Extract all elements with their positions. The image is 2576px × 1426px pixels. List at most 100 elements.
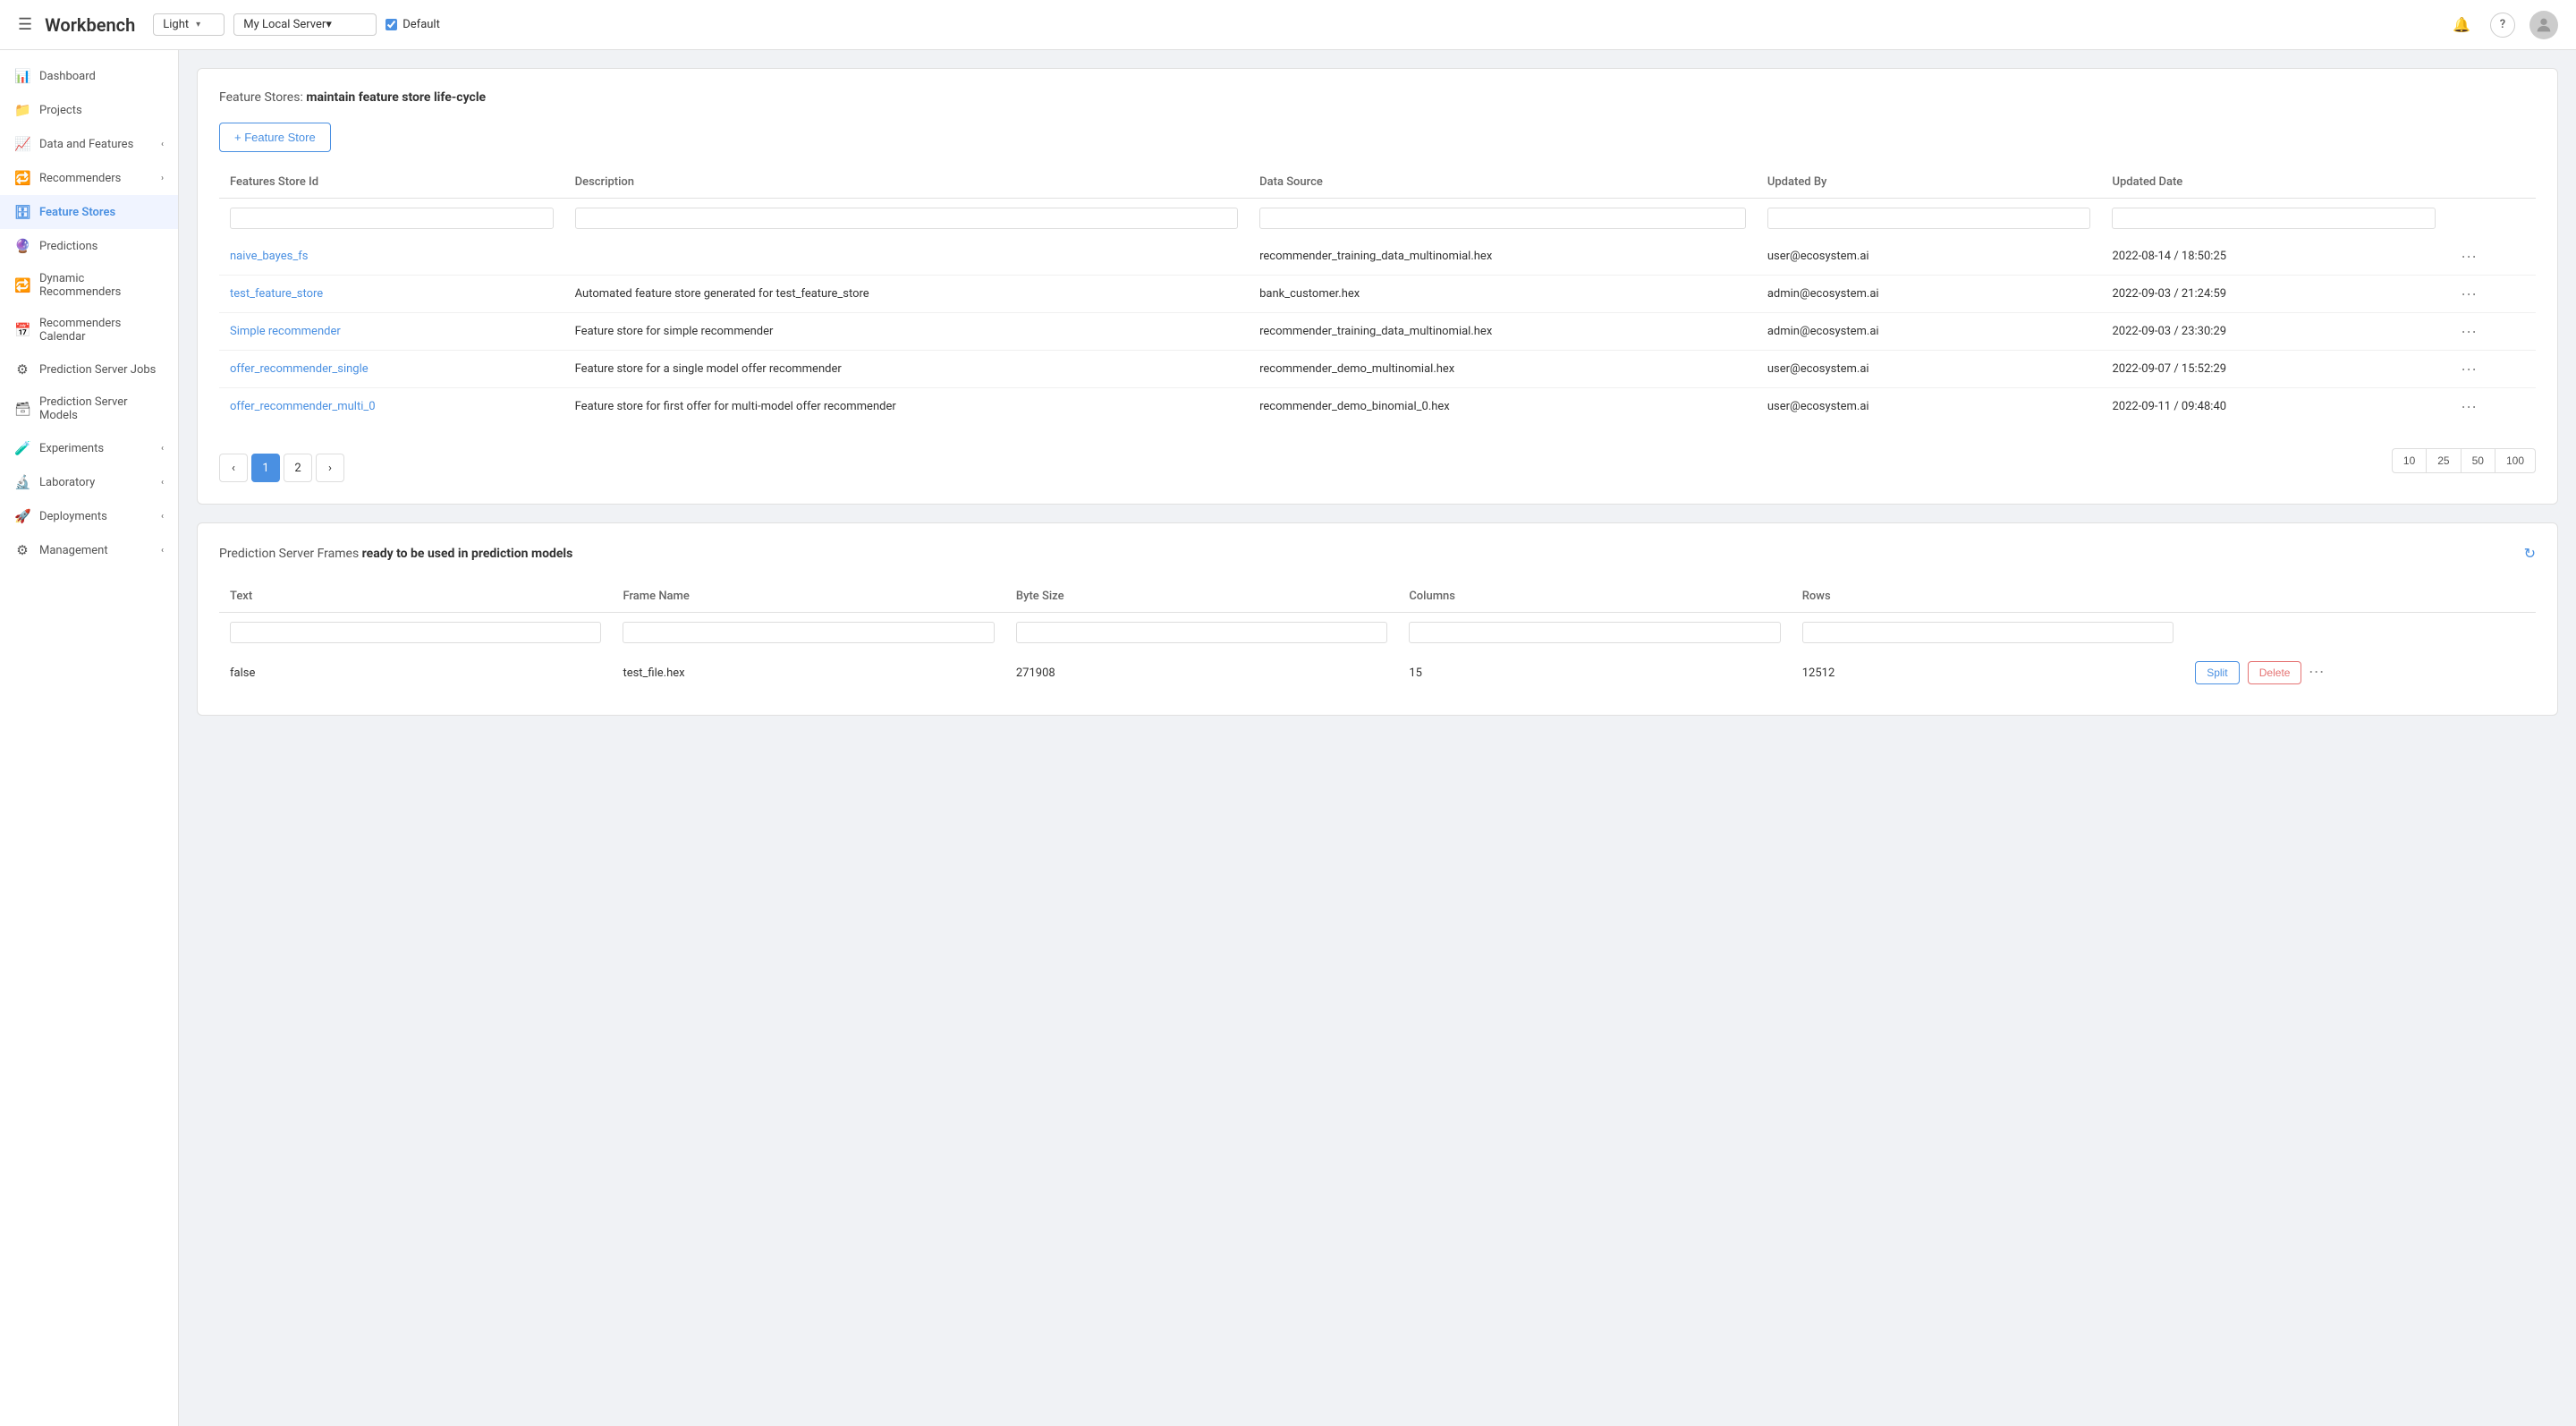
- sidebar-item-prediction-server-jobs[interactable]: ⚙ Prediction Server Jobs: [0, 352, 178, 386]
- sidebar-item-management[interactable]: ⚙ Management ‹: [0, 533, 178, 567]
- pf-filter-columns[interactable]: [1409, 622, 1780, 643]
- refresh-button[interactable]: ↻: [2524, 545, 2536, 563]
- sidebar-item-recommenders-calendar[interactable]: 📅 Recommenders Calendar: [0, 308, 178, 352]
- page-1-button[interactable]: 1: [251, 454, 280, 482]
- row-actions-button[interactable]: ···: [2457, 247, 2480, 266]
- store-description: [564, 238, 1250, 276]
- store-updated-date: 2022-09-03 / 23:30:29: [2101, 313, 2446, 351]
- table-row: test_feature_store Automated feature sto…: [219, 276, 2536, 313]
- store-id-link[interactable]: offer_recommender_single: [230, 362, 369, 376]
- pf-filter-row: [219, 613, 2536, 653]
- page-2-button[interactable]: 2: [284, 454, 312, 482]
- store-updated-by: user@ecosystem.ai: [1757, 238, 2102, 276]
- help-icon[interactable]: ?: [2490, 13, 2515, 38]
- experiments-chevron-icon: ‹: [161, 444, 164, 454]
- sidebar-label-deployments: Deployments: [39, 510, 161, 523]
- row-actions-button[interactable]: ···: [2457, 322, 2480, 341]
- filter-data-source[interactable]: [1259, 208, 1746, 229]
- store-data-source: bank_customer.hex: [1249, 276, 1757, 313]
- sidebar-label-dynamic-recommenders: Dynamic Recommenders: [39, 272, 164, 299]
- table-header-row: Features Store Id Description Data Sourc…: [219, 166, 2536, 199]
- page-size-buttons: 10 25 50 100: [2392, 448, 2536, 473]
- sidebar-item-data-features[interactable]: 📈 Data and Features ‹: [0, 127, 178, 161]
- sidebar-item-predictions[interactable]: 🔮 Predictions: [0, 229, 178, 263]
- next-page-button[interactable]: ›: [316, 454, 344, 482]
- sidebar-label-projects: Projects: [39, 104, 164, 117]
- pf-filter-frame-name[interactable]: [623, 622, 994, 643]
- pf-filter-rows[interactable]: [1802, 622, 2174, 643]
- main-content: Feature Stores: maintain feature store l…: [179, 50, 2576, 1426]
- store-id-link[interactable]: offer_recommender_multi_0: [230, 400, 376, 413]
- row-actions-button[interactable]: ···: [2457, 360, 2480, 378]
- sidebar-label-recommenders: Recommenders: [39, 172, 161, 185]
- store-description: Feature store for a single model offer r…: [564, 351, 1250, 388]
- sidebar-item-experiments[interactable]: 🧪 Experiments ‹: [0, 431, 178, 465]
- filter-store-id[interactable]: [230, 208, 554, 229]
- sidebar-label-dashboard: Dashboard: [39, 70, 164, 83]
- store-id-link[interactable]: test_feature_store: [230, 287, 323, 301]
- store-updated-by: admin@ecosystem.ai: [1757, 276, 2102, 313]
- laboratory-icon: 🔬: [14, 474, 30, 490]
- pf-filter-text[interactable]: [230, 622, 601, 643]
- sidebar-item-recommenders[interactable]: 🔁 Recommenders ›: [0, 161, 178, 195]
- page-size-100[interactable]: 100: [2496, 448, 2536, 473]
- page-size-50[interactable]: 50: [2462, 448, 2496, 473]
- menu-icon[interactable]: ☰: [18, 15, 32, 34]
- store-updated-by: user@ecosystem.ai: [1757, 351, 2102, 388]
- dynamic-recommenders-icon: 🔁: [14, 277, 30, 293]
- prediction-server-jobs-icon: ⚙: [14, 361, 30, 378]
- feature-stores-icon: 🗄: [14, 204, 30, 220]
- store-updated-date: 2022-09-11 / 09:48:40: [2101, 388, 2446, 426]
- pf-frame-name: test_file.hex: [612, 652, 1004, 693]
- theme-dropdown[interactable]: Light ▾: [153, 13, 225, 36]
- split-button[interactable]: Split: [2195, 661, 2239, 684]
- sidebar-label-experiments: Experiments: [39, 442, 161, 455]
- pf-col-byte-size: Byte Size: [1005, 581, 1398, 613]
- col-features-store-id: Features Store Id: [219, 166, 564, 199]
- page-size-25[interactable]: 25: [2427, 448, 2461, 473]
- app-logo: Workbench: [45, 14, 135, 36]
- store-id-link[interactable]: Simple recommender: [230, 325, 341, 338]
- row-actions-button[interactable]: ···: [2457, 397, 2480, 416]
- sidebar-label-recommenders-calendar: Recommenders Calendar: [39, 317, 164, 344]
- filter-description[interactable]: [575, 208, 1239, 229]
- pf-header-row: Text Frame Name Byte Size Columns Rows: [219, 581, 2536, 613]
- prev-page-button[interactable]: ‹: [219, 454, 248, 482]
- col-actions-header: [2446, 166, 2536, 199]
- sidebar-item-dashboard[interactable]: 📊 Dashboard: [0, 59, 178, 93]
- filter-updated-by[interactable]: [1767, 208, 2091, 229]
- sidebar-label-prediction-server-models: Prediction Server Models: [39, 395, 164, 422]
- sidebar-label-data-features: Data and Features: [39, 138, 161, 151]
- pf-row-actions-button[interactable]: ···: [2305, 662, 2328, 681]
- col-updated-by: Updated By: [1757, 166, 2102, 199]
- row-actions-button[interactable]: ···: [2457, 284, 2480, 303]
- delete-button[interactable]: Delete: [2248, 661, 2302, 684]
- pf-filter-byte-size[interactable]: [1016, 622, 1387, 643]
- prediction-frames-title: Prediction Server Frames ready to be use…: [219, 547, 572, 561]
- store-description: Automated feature store generated for te…: [564, 276, 1250, 313]
- sidebar-label-management: Management: [39, 544, 161, 557]
- notification-bell-icon[interactable]: 🔔: [2447, 11, 2476, 39]
- sidebar-item-prediction-server-models[interactable]: 🗃 Prediction Server Models: [0, 386, 178, 431]
- header-icons: 🔔 ?: [2447, 11, 2558, 39]
- sidebar-item-laboratory[interactable]: 🔬 Laboratory ‹: [0, 465, 178, 499]
- pf-rows: 12512: [1792, 652, 2184, 693]
- sidebar-item-deployments[interactable]: 🚀 Deployments ‹: [0, 499, 178, 533]
- store-id-link[interactable]: naive_bayes_fs: [230, 250, 308, 263]
- add-feature-store-button[interactable]: + Feature Store: [219, 123, 331, 152]
- default-checkbox[interactable]: [386, 19, 397, 30]
- sidebar-item-dynamic-recommenders[interactable]: 🔁 Dynamic Recommenders: [0, 263, 178, 308]
- sidebar-label-laboratory: Laboratory: [39, 476, 161, 489]
- page-size-10[interactable]: 10: [2392, 448, 2427, 473]
- table-row: offer_recommender_multi_0 Feature store …: [219, 388, 2536, 426]
- sidebar-item-projects[interactable]: 📁 Projects: [0, 93, 178, 127]
- data-features-chevron-icon: ‹: [161, 140, 164, 149]
- avatar[interactable]: [2529, 11, 2558, 39]
- filter-updated-date[interactable]: [2112, 208, 2436, 229]
- prediction-frames-title-bold: ready to be used in prediction models: [362, 547, 573, 561]
- pf-col-text: Text: [219, 581, 612, 613]
- server-dropdown[interactable]: My Local Server ▾: [233, 13, 377, 36]
- prediction-frames-card: Prediction Server Frames ready to be use…: [197, 522, 2558, 716]
- server-label: My Local Server: [243, 18, 326, 31]
- sidebar-item-feature-stores[interactable]: 🗄 Feature Stores: [0, 195, 178, 229]
